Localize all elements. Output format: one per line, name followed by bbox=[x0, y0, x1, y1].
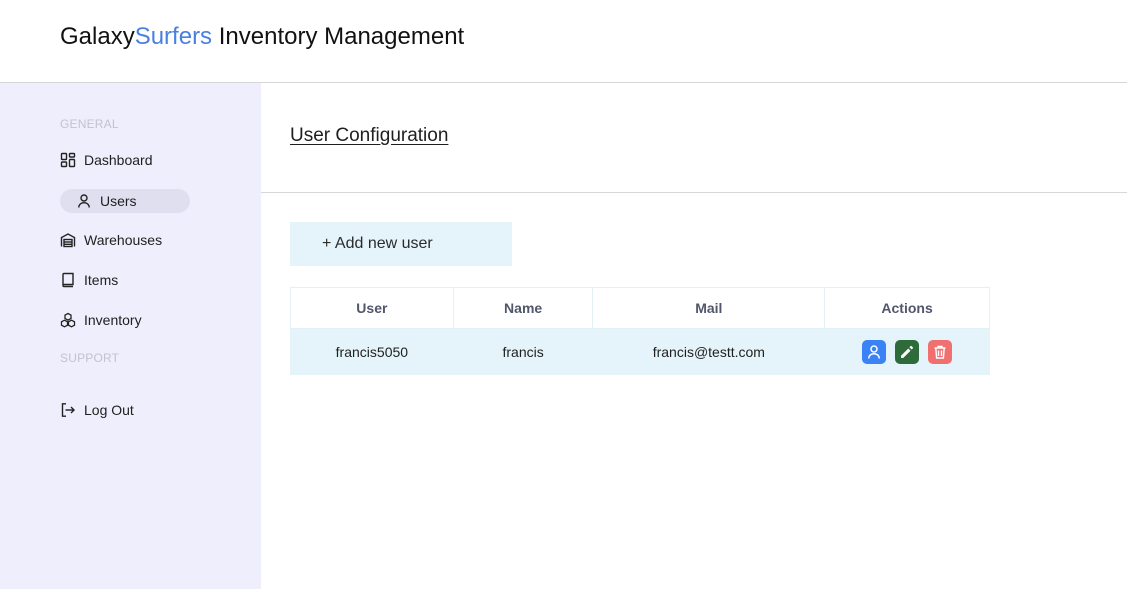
section-label-support: SUPPORT bbox=[60, 351, 120, 365]
cell-name: francis bbox=[452, 328, 594, 375]
brand-name-part1: Galaxy bbox=[60, 23, 135, 50]
edit-pencil-icon bbox=[899, 344, 915, 360]
table-header-row: User Name Mail Actions bbox=[290, 287, 990, 329]
page-title: User Configuration bbox=[290, 125, 449, 146]
table-row: francis5050 francis francis@testt.com bbox=[290, 328, 990, 375]
row-actions bbox=[862, 339, 953, 364]
column-header-actions: Actions bbox=[824, 287, 990, 329]
column-header-mail[interactable]: Mail bbox=[592, 287, 826, 329]
section-label-general: GENERAL bbox=[60, 117, 119, 131]
user-icon bbox=[76, 193, 92, 209]
logout-icon bbox=[60, 402, 76, 418]
delete-user-button[interactable] bbox=[928, 339, 953, 364]
sidebar-item-dashboard[interactable]: Dashboard bbox=[60, 148, 240, 172]
cell-actions bbox=[824, 328, 990, 375]
app-title: GalaxySurfers Inventory Management bbox=[60, 22, 464, 52]
sidebar-item-users[interactable]: Users bbox=[60, 189, 190, 213]
edit-user-button[interactable] bbox=[895, 339, 920, 364]
cell-mail: francis@testt.com bbox=[592, 328, 826, 375]
sidebar-item-label: Warehouses bbox=[84, 232, 163, 248]
sidebar-item-items[interactable]: Items bbox=[60, 268, 240, 292]
sidebar-item-inventory[interactable]: Inventory bbox=[60, 308, 240, 332]
column-header-user[interactable]: User bbox=[290, 287, 454, 329]
page-header: User Configuration bbox=[261, 83, 1127, 193]
trash-icon bbox=[932, 344, 948, 360]
boxes-icon bbox=[60, 312, 76, 328]
dashboard-icon bbox=[60, 152, 76, 168]
cell-user: francis5050 bbox=[290, 328, 454, 375]
sidebar-item-label: Items bbox=[84, 272, 119, 288]
logout-button[interactable]: Log Out bbox=[60, 398, 240, 422]
view-user-button[interactable] bbox=[862, 339, 887, 364]
brand-name-suffix: Inventory Management bbox=[212, 23, 465, 50]
users-table: User Name Mail Actions francis5050 franc… bbox=[290, 287, 990, 375]
sidebar-item-label: Dashboard bbox=[84, 152, 153, 168]
user-profile-icon bbox=[866, 344, 882, 360]
brand-name-accent: Surfers bbox=[134, 23, 213, 50]
sidebar-item-warehouses[interactable]: Warehouses bbox=[60, 228, 240, 252]
book-icon bbox=[60, 272, 76, 288]
sidebar-item-label: Inventory bbox=[84, 312, 142, 328]
top-bar: GalaxySurfers Inventory Management bbox=[0, 0, 1127, 83]
warehouse-icon bbox=[60, 232, 76, 248]
logout-label: Log Out bbox=[84, 402, 134, 418]
sidebar-item-label: Users bbox=[100, 193, 137, 209]
column-header-name[interactable]: Name bbox=[452, 287, 594, 329]
add-new-user-button[interactable]: + Add new user bbox=[290, 222, 512, 266]
